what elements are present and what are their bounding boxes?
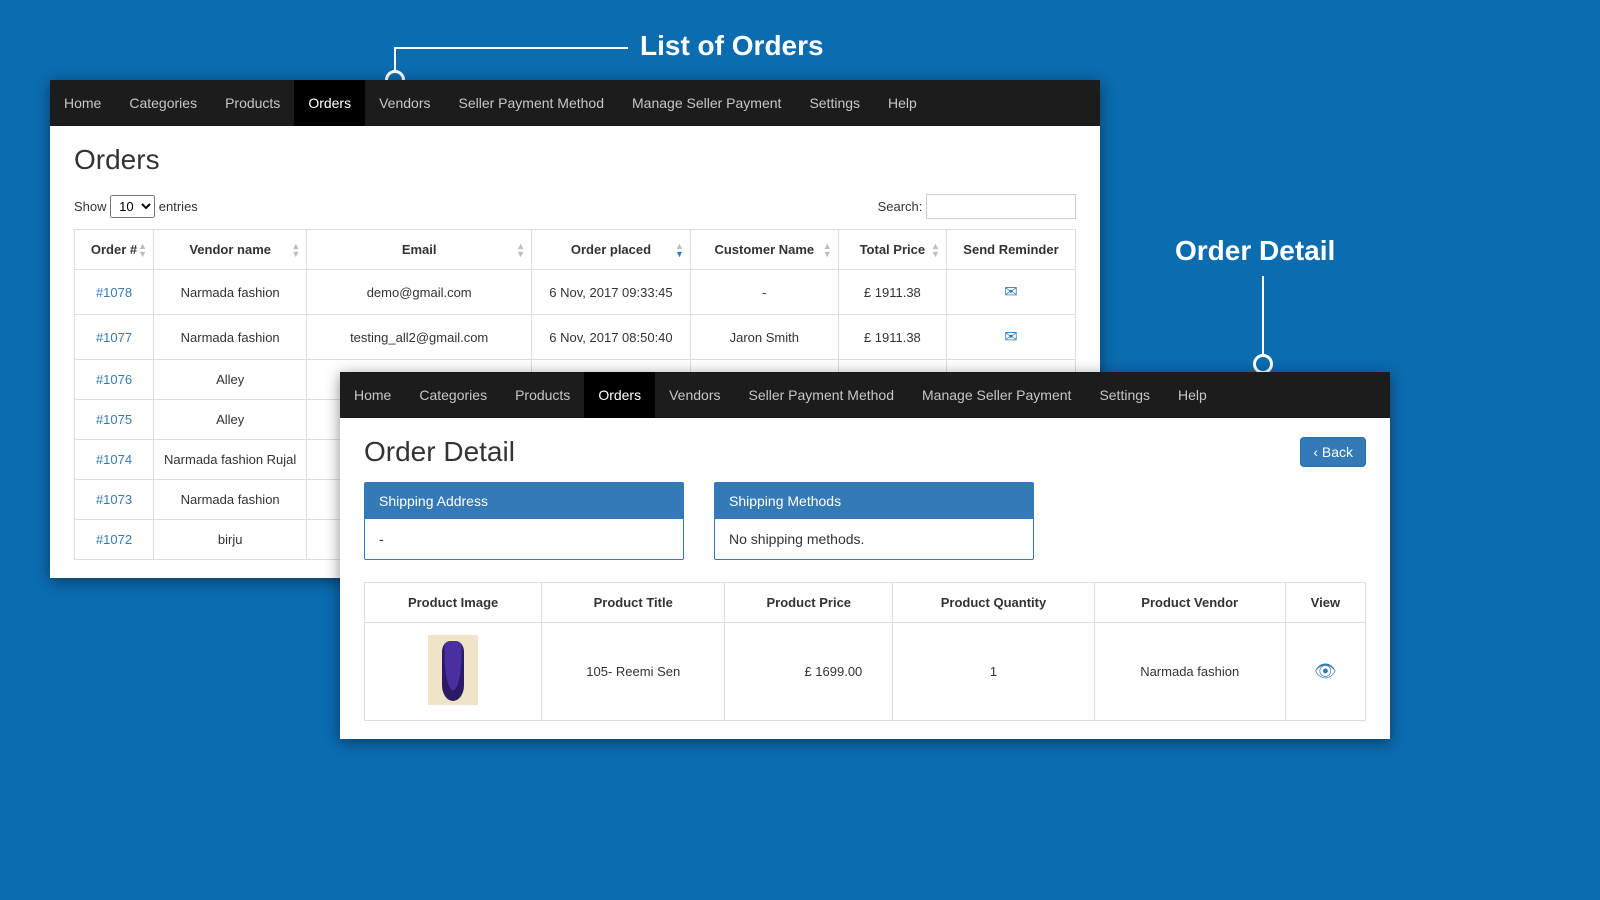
vendor-cell: Narmada fashion Rujal (154, 440, 307, 480)
col-product-qty: Product Quantity (893, 583, 1094, 623)
placed-cell: 6 Nov, 2017 08:50:40 (532, 315, 691, 360)
nav-products[interactable]: Products (211, 80, 294, 126)
placed-cell: 6 Nov, 2017 09:33:45 (532, 270, 691, 315)
nav-orders[interactable]: Orders (294, 80, 365, 126)
search-input[interactable] (926, 194, 1076, 219)
col-product-title: Product Title (542, 583, 725, 623)
vendor-cell: birju (154, 520, 307, 560)
customer-cell: Jaron Smith (690, 315, 838, 360)
product-qty-cell: 1 (893, 623, 1094, 721)
search-wrap: Search: (878, 194, 1076, 219)
col-order[interactable]: Order #▲▼ (75, 230, 154, 270)
price-cell: £ 1911.38 (838, 315, 946, 360)
shipping-methods-card: Shipping Methods No shipping methods. (714, 482, 1034, 560)
order-detail-window: HomeCategoriesProductsOrdersVendorsSelle… (340, 372, 1390, 739)
email-cell: testing_all2@gmail.com (307, 315, 532, 360)
nav-orders[interactable]: Orders (584, 372, 655, 418)
product-title-cell: 105- Reemi Sen (542, 623, 725, 721)
annotation-line (1262, 276, 1264, 358)
product-price-cell: £ 1699.00 (725, 623, 893, 721)
nav-seller-payment-method[interactable]: Seller Payment Method (734, 372, 908, 418)
product-vendor-cell: Narmada fashion (1094, 623, 1285, 721)
sort-icon: ▲▼ (516, 242, 525, 258)
table-row: #1078 Narmada fashiondemo@gmail.com6 Nov,… (75, 270, 1076, 315)
nav-home[interactable]: Home (50, 80, 115, 126)
col-vendor[interactable]: Vendor name▲▼ (154, 230, 307, 270)
page-size-select[interactable]: 10 (110, 195, 155, 218)
vendor-cell: Alley (154, 360, 307, 400)
col-product-image: Product Image (365, 583, 542, 623)
nav-categories[interactable]: Categories (115, 80, 211, 126)
sort-icon: ▲▼ (931, 242, 940, 258)
col-reminder: Send Reminder (946, 230, 1075, 270)
col-view: View (1285, 583, 1365, 623)
show-label: Show (74, 199, 107, 214)
order-link[interactable]: #1075 (96, 412, 132, 427)
eye-icon[interactable]: 👁 (1314, 661, 1337, 681)
table-row: 105- Reemi Sen£ 1699.001Narmada fashion 👁 (365, 623, 1366, 721)
vendor-cell: Alley (154, 400, 307, 440)
card-title: Shipping Address (365, 483, 683, 519)
mail-icon[interactable]: ✉ (1004, 284, 1017, 301)
table-row: #1077 Narmada fashiontesting_all2@gmail.c… (75, 315, 1076, 360)
vendor-cell: Narmada fashion (154, 315, 307, 360)
shipping-address-card: Shipping Address - (364, 482, 684, 560)
nav-products[interactable]: Products (501, 372, 584, 418)
customer-cell: - (690, 270, 838, 315)
page-title: Order Detail (364, 436, 515, 468)
nav-vendors[interactable]: Vendors (655, 372, 734, 418)
nav-categories[interactable]: Categories (405, 372, 501, 418)
col-customer[interactable]: Customer Name▲▼ (690, 230, 838, 270)
nav-home[interactable]: Home (340, 372, 405, 418)
col-product-vendor: Product Vendor (1094, 583, 1285, 623)
entries-label: entries (159, 199, 198, 214)
order-products-table: Product Image Product Title Product Pric… (364, 582, 1366, 721)
col-price[interactable]: Total Price▲▼ (838, 230, 946, 270)
annotation-dot (1253, 354, 1273, 374)
nav-manage-seller-payment[interactable]: Manage Seller Payment (908, 372, 1085, 418)
entries-selector: Show 10 entries (74, 195, 198, 218)
vendor-cell: Narmada fashion (154, 270, 307, 315)
sort-icon: ▲▼ (291, 242, 300, 258)
order-link[interactable]: #1074 (96, 452, 132, 467)
order-link[interactable]: #1072 (96, 532, 132, 547)
annotation-list-of-orders: List of Orders (640, 30, 824, 62)
col-email[interactable]: Email▲▼ (307, 230, 532, 270)
card-body: No shipping methods. (715, 519, 1033, 559)
col-product-price: Product Price (725, 583, 893, 623)
mail-icon[interactable]: ✉ (1004, 329, 1017, 346)
col-placed[interactable]: Order placed▲▼ (532, 230, 691, 270)
nav-help[interactable]: Help (1164, 372, 1221, 418)
page-title: Orders (74, 144, 1076, 176)
card-title: Shipping Methods (715, 483, 1033, 519)
annotation-line (394, 47, 628, 49)
order-link[interactable]: #1077 (96, 330, 132, 345)
annotation-line (394, 47, 396, 72)
order-link[interactable]: #1076 (96, 372, 132, 387)
navbar: HomeCategoriesProductsOrdersVendorsSelle… (340, 372, 1390, 418)
back-button[interactable]: ‹ Back (1300, 437, 1366, 467)
order-link[interactable]: #1078 (96, 285, 132, 300)
nav-vendors[interactable]: Vendors (365, 80, 444, 126)
price-cell: £ 1911.38 (838, 270, 946, 315)
product-image-cell (365, 623, 542, 721)
order-link[interactable]: #1073 (96, 492, 132, 507)
navbar: HomeCategoriesProductsOrdersVendorsSelle… (50, 80, 1100, 126)
nav-seller-payment-method[interactable]: Seller Payment Method (444, 80, 618, 126)
search-label: Search: (878, 199, 923, 214)
annotation-order-detail: Order Detail (1175, 235, 1335, 267)
email-cell: demo@gmail.com (307, 270, 532, 315)
card-body: - (365, 519, 683, 559)
nav-settings[interactable]: Settings (795, 80, 874, 126)
sort-icon: ▲▼ (138, 242, 147, 258)
sort-icon: ▲▼ (675, 242, 684, 258)
vendor-cell: Narmada fashion (154, 480, 307, 520)
sort-icon: ▲▼ (823, 242, 832, 258)
nav-help[interactable]: Help (874, 80, 931, 126)
nav-settings[interactable]: Settings (1085, 372, 1164, 418)
nav-manage-seller-payment[interactable]: Manage Seller Payment (618, 80, 795, 126)
product-image (428, 635, 478, 705)
